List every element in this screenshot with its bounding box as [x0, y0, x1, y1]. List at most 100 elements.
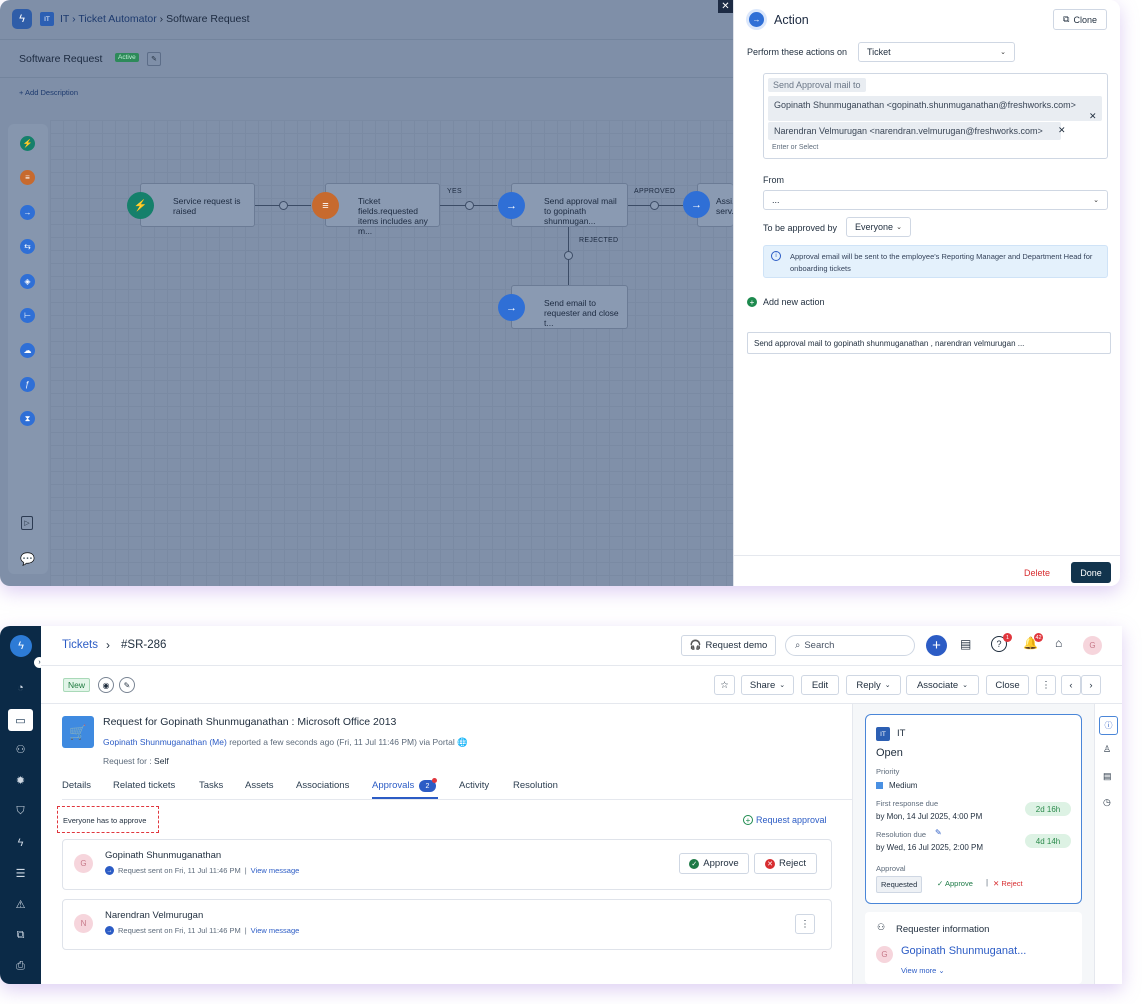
dashboard-icon[interactable]: ◔ [12, 679, 29, 696]
watch-icon[interactable]: ◉ [98, 677, 114, 693]
tab-related-tickets[interactable]: Related tickets [113, 780, 175, 791]
time-panel-icon[interactable]: ◷ [1103, 797, 1111, 808]
contact-panel-icon[interactable]: ♙ [1103, 744, 1111, 755]
add-new-action-button[interactable]: + Add new action [747, 297, 825, 307]
done-button[interactable]: Done [1071, 562, 1111, 583]
edit-button[interactable]: Edit [801, 675, 839, 695]
service-request-icon: 🛒 [62, 716, 94, 748]
function-node-icon[interactable]: ƒ [20, 377, 35, 392]
perform-on-value: Ticket [867, 47, 891, 57]
edit-resolution-icon[interactable]: ✎ [935, 828, 942, 837]
tab-resolution[interactable]: Resolution [513, 780, 558, 791]
panel-toggle-icon[interactable]: ▷ [21, 516, 33, 530]
close-panel-icon[interactable]: ✕ [718, 0, 733, 13]
view-more-link[interactable]: View more ⌄ [901, 966, 945, 975]
prev-ticket-button[interactable]: ‹ [1061, 675, 1081, 695]
close-ticket-button[interactable]: Close [986, 675, 1029, 695]
cloud-node-icon[interactable]: ☁ [20, 343, 35, 358]
from-label: From [763, 175, 784, 185]
tickets-icon[interactable]: ▭ [8, 709, 33, 731]
new-item-button[interactable]: + [926, 635, 947, 656]
approve-button[interactable]: ✓ Approve [679, 853, 749, 874]
ticket-subject: Request for Gopinath Shunmuganathan : Mi… [103, 716, 397, 728]
releases-icon[interactable]: ϟ [12, 834, 29, 851]
next-ticket-button[interactable]: › [1081, 675, 1101, 695]
info-panel-icon[interactable]: ⓘ [1099, 716, 1118, 735]
clone-button[interactable]: ⧉ Clone [1053, 9, 1107, 30]
tasks-icon[interactable]: ☰ [12, 865, 29, 882]
perform-label: Perform these actions on [747, 47, 848, 57]
package-node-icon[interactable]: ◈ [20, 274, 35, 289]
freshservice-logo-icon[interactable]: ϟ [12, 9, 32, 29]
clone-icon: ⧉ [1063, 14, 1070, 24]
requester-link[interactable]: Gopinath Shunmuganathan (Me) [103, 737, 227, 747]
reports-icon[interactable]: ⎙ [12, 958, 29, 975]
tab-assets[interactable]: Assets [245, 780, 274, 791]
request-demo-button[interactable]: 🎧 Request demo [681, 635, 776, 656]
add-description-link[interactable]: + Add Description [19, 88, 78, 97]
requester-info-card: ⚇ Requester information G Gopinath Shunm… [865, 912, 1082, 984]
breadcrumb-tickets[interactable]: Tickets [62, 639, 98, 651]
edit-icon[interactable]: ✎ [119, 677, 135, 693]
freshservice-logo-icon[interactable]: ϟ [10, 635, 32, 657]
user-avatar[interactable]: G [1083, 636, 1102, 655]
expression-node-icon[interactable]: ⊢ [20, 308, 35, 323]
requester-avatar: G [876, 946, 893, 963]
workflow-node-send-approval[interactable]: → Send approval mail to gopinath shunmug… [498, 183, 628, 227]
tab-associations[interactable]: Associations [296, 780, 349, 791]
breadcrumb-it[interactable]: IT [60, 13, 69, 25]
requester-name-link[interactable]: Gopinath Shunmuganat... [901, 945, 1026, 957]
tabs-divider [62, 799, 852, 800]
tab-activity[interactable]: Activity [459, 780, 489, 791]
recipients-field[interactable]: Send Approval mail to Gopinath Shunmugan… [763, 73, 1108, 159]
view-message-link[interactable]: View message [251, 926, 300, 935]
perform-on-select[interactable]: Ticket ⌄ [858, 42, 1015, 62]
edit-title-icon[interactable]: ✎ [147, 52, 161, 66]
catalog-icon[interactable]: ▤ [960, 637, 971, 651]
condition-node-icon[interactable]: ≡ [20, 170, 35, 185]
associate-button[interactable]: Associate ⌄ [906, 675, 979, 695]
recipient-chip[interactable]: Narendran Velmurugan <narendran.velmurug… [768, 122, 1061, 140]
problems-icon[interactable]: ✹ [12, 772, 29, 789]
reject-link[interactable]: ✕ Reject [993, 879, 1023, 888]
event-node-icon[interactable]: ⚡ [20, 136, 35, 151]
webhook-node-icon[interactable]: ⇆ [20, 239, 35, 254]
from-select[interactable]: ... ⌄ [763, 190, 1108, 210]
view-message-link[interactable]: View message [251, 866, 300, 875]
store-icon[interactable]: ⌂ [1055, 636, 1062, 650]
changes-icon[interactable]: ⛉ [12, 803, 29, 820]
timer-node-icon[interactable]: ⧗ [20, 411, 35, 426]
chat-icon[interactable]: 💬 [20, 552, 35, 566]
remove-recipient-icon[interactable]: ✕ [1089, 111, 1097, 122]
action-summary[interactable]: Send approval mail to gopinath shunmugan… [747, 332, 1111, 354]
workflow-node-condition[interactable]: ≡ Ticket fields.requested items includes… [312, 183, 440, 236]
star-button[interactable]: ☆ [714, 675, 735, 695]
workflow-node-event[interactable]: ⚡ Service request is raised [127, 183, 255, 227]
approved-by-select[interactable]: Everyone ⌄ [846, 217, 911, 237]
chevron-left-icon: ‹ [1069, 679, 1073, 691]
users-icon[interactable]: ⚇ [12, 741, 29, 758]
approve-label: Approve [703, 858, 739, 869]
more-options-button[interactable]: ⋮ [795, 914, 815, 934]
recipient-chip[interactable]: Gopinath Shunmuganathan <gopinath.shunmu… [768, 96, 1102, 121]
approve-link[interactable]: ✓ Approve [937, 879, 973, 888]
remove-recipient-icon[interactable]: ✕ [1058, 125, 1066, 136]
alerts-icon[interactable]: ⚠ [12, 896, 29, 913]
assets-icon[interactable]: ⧉ [12, 927, 29, 944]
notes-panel-icon[interactable]: ▤ [1103, 771, 1112, 782]
more-options-button[interactable]: ⋮ [1036, 675, 1056, 695]
status-value: Open [876, 747, 903, 759]
delete-button[interactable]: Delete [1024, 568, 1050, 578]
search-input[interactable]: ⌕ Search [785, 635, 915, 656]
reject-button[interactable]: ✕ Reject [754, 853, 817, 874]
action-node-icon[interactable]: → [20, 205, 35, 220]
approver-name: Narendran Velmurugan [105, 910, 204, 921]
tab-tasks[interactable]: Tasks [199, 780, 223, 791]
share-button[interactable]: Share ⌄ [741, 675, 794, 695]
tab-details[interactable]: Details [62, 780, 91, 791]
tab-approvals[interactable]: Approvals [372, 780, 414, 791]
reply-button[interactable]: Reply ⌄ [846, 675, 901, 695]
workflow-node-send-email[interactable]: → Send email to requester and close t... [498, 285, 628, 329]
breadcrumb-ticket-automator[interactable]: Ticket Automator [78, 13, 156, 25]
request-approval-link[interactable]: + Request approval [743, 815, 827, 825]
